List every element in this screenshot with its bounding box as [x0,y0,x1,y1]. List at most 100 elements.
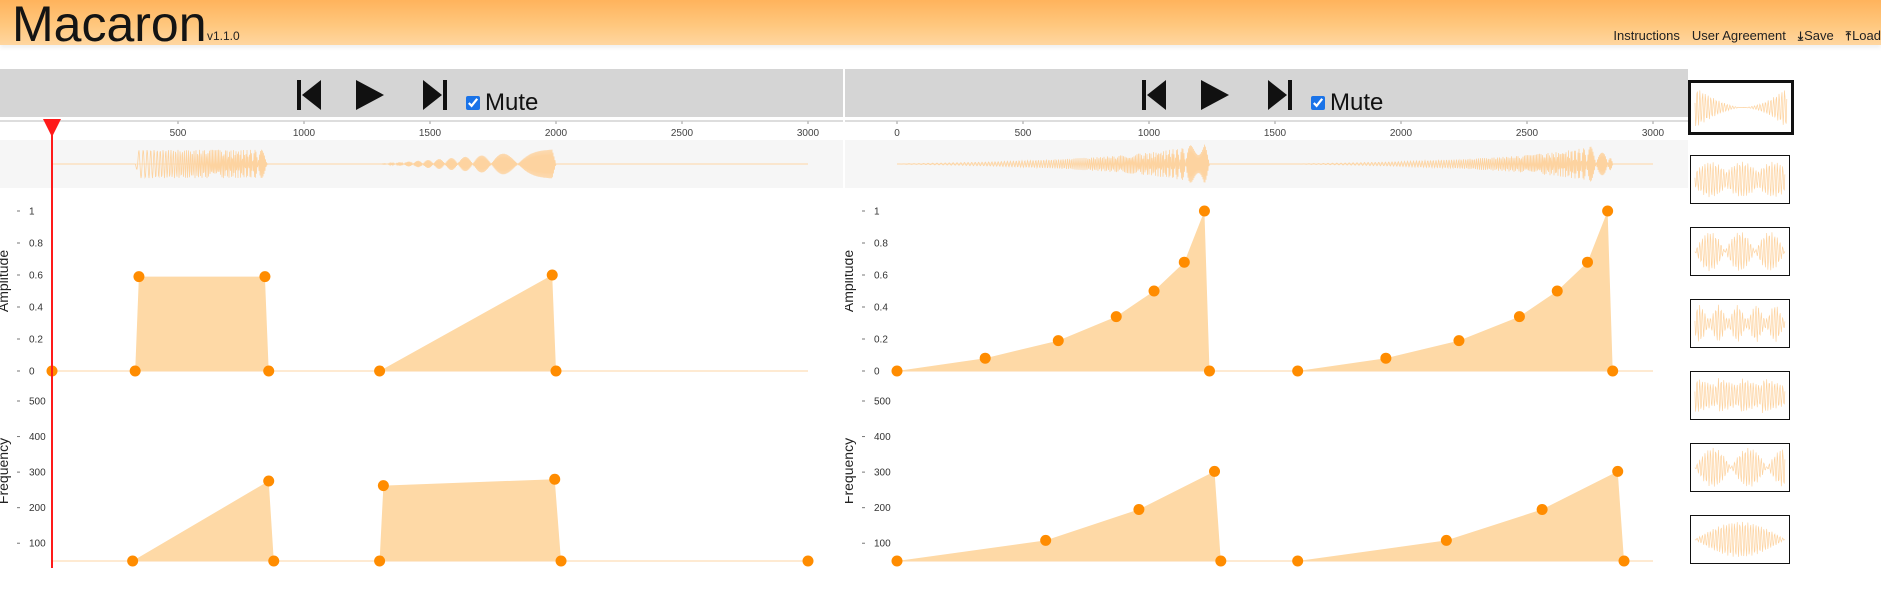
thumb-2-waveform-path [1694,161,1786,198]
save-button[interactable]: ⤓Save [1798,28,1834,44]
right-amplitude-control-point[interactable] [1453,335,1465,347]
right-amplitude-control-point[interactable] [1602,205,1614,217]
right-mute-toggle[interactable]: Mute [1311,89,1383,117]
right-amplitude-tick-label: 0.6 [874,271,888,282]
app-title: Macaron [12,0,207,52]
right-amplitude-control-point[interactable] [1198,205,1210,217]
left-play-button[interactable] [355,79,385,111]
right-frequency-control-point[interactable] [1440,534,1452,546]
left-playhead-marker[interactable] [43,119,61,137]
right-frequency-control-point[interactable] [1536,503,1548,515]
right-amplitude-control-point[interactable] [1178,256,1190,268]
right-mute-checkbox[interactable] [1311,96,1325,110]
right-frequency-control-point[interactable] [1040,534,1052,546]
right-amplitude-control-point[interactable] [1148,285,1160,297]
thumb-5-waveform-path [1694,378,1786,414]
left-next-button[interactable] [420,79,450,111]
right-frequency-control-point[interactable] [1133,503,1145,515]
right-frequency-tick-label: 200 [874,503,891,514]
left-amplitude-control-point[interactable] [374,365,386,377]
save-label: Save [1804,28,1834,43]
thumb-4-waveform-icon [1694,304,1786,342]
right-amplitude-control-point[interactable] [1052,335,1064,347]
preset-thumb-3[interactable] [1690,227,1790,276]
right-frequency-control-point[interactable] [1209,465,1221,477]
left-amplitude-tick-label: 0.4 [29,303,43,314]
left-mute-toggle[interactable]: Mute [466,89,538,117]
left-amplitude-control-point[interactable] [259,271,271,283]
thumb-7-waveform-icon [1694,521,1786,557]
right-play-button[interactable] [1200,79,1230,111]
left-frequency-control-point[interactable] [268,555,280,567]
right-amplitude-control-point[interactable] [1513,311,1525,323]
right-amplitude-control-point[interactable] [891,365,903,377]
left-amplitude-control-point[interactable] [129,365,141,377]
left-frequency-tick-label: 500 [29,397,46,408]
skip-forward-icon [423,80,447,110]
preset-thumb-6[interactable] [1690,443,1790,492]
thumb-3-waveform-path [1694,232,1786,272]
right-next-button[interactable] [1265,79,1295,111]
right-amplitude-control-point[interactable] [1380,352,1392,364]
right-frequency-control-point[interactable] [1612,465,1624,477]
left-frequency-control-point[interactable] [263,475,275,487]
right-amplitude-control-point[interactable] [1110,311,1122,323]
right-envelope-plot[interactable]: 0 500 1000 1500 2000 2500 3000Amplitude10.80.6… [845,117,1688,569]
left-frequency-tick-label: 100 [29,539,46,550]
left-amplitude-tick-label: 0 [29,367,35,378]
load-button[interactable]: ⤒Load [1846,28,1881,44]
right-frequency-control-point[interactable] [891,555,903,567]
right-amplitude-control-point[interactable] [1551,285,1563,297]
right-frequency-control-point[interactable] [1292,555,1304,567]
preset-thumb-7[interactable] [1690,515,1790,564]
instructions-link[interactable]: Instructions [1613,28,1679,44]
left-mute-label: Mute [485,89,539,116]
right-frequency-control-point[interactable] [1215,555,1227,567]
left-amplitude-tick-label: 1 [29,207,35,218]
thumb-6-waveform-icon [1694,447,1786,487]
thumb-4-waveform-path [1694,304,1786,342]
left-frequency-envelope-area [132,479,809,561]
left-frequency-control-point[interactable] [377,480,389,492]
left-amplitude-control-point[interactable] [550,365,562,377]
left-frequency-control-point[interactable] [127,555,139,567]
left-frequency-tick-label: 200 [29,503,46,514]
preset-thumb-5[interactable] [1690,371,1790,420]
preset-thumb-4[interactable] [1690,299,1790,348]
preset-thumb-2[interactable] [1690,155,1790,204]
left-frequency-axis-label: Frequency [0,438,11,504]
left-frequency-control-point[interactable] [555,555,567,567]
left-time-tick-label: 2500 [671,128,694,139]
left-amplitude-tick-label: 0.2 [29,335,43,346]
left-time-tick-label: 1000 [293,128,316,139]
right-amplitude-control-point[interactable] [1292,365,1304,377]
right-time-tick-label: 1000 [1138,128,1161,139]
right-prev-button[interactable] [1140,79,1170,111]
left-frequency-control-point[interactable] [374,555,386,567]
right-amplitude-tick-label: 1 [874,207,880,218]
left-mute-checkbox[interactable] [466,96,480,110]
right-amplitude-control-point[interactable] [1203,365,1215,377]
left-time-tick-label: 500 [170,128,187,139]
left-envelope-plot[interactable]: 500 1000 1500 2000 2500 3000Amplitude10.80.60… [0,117,843,569]
right-amplitude-control-point[interactable] [1581,256,1593,268]
preset-thumb-1[interactable] [1688,80,1794,135]
right-amplitude-tick-label: 0.8 [874,239,888,250]
user-agreement-link[interactable]: User Agreement [1692,28,1786,44]
left-amplitude-control-point[interactable] [263,365,275,377]
left-frequency-control-point[interactable] [802,555,814,567]
left-time-tick-label: 3000 [797,128,820,139]
left-amplitude-control-point[interactable] [546,269,558,281]
left-frequency-tick-label: 400 [29,432,46,443]
left-amplitude-control-point[interactable] [133,271,145,283]
play-icon [1201,80,1229,110]
left-prev-button[interactable] [295,79,325,111]
right-time-tick-label: 1500 [1264,128,1287,139]
right-amplitude-tick-label: 0.4 [874,303,888,314]
left-frequency-tick-label: 300 [29,468,46,479]
right-frequency-control-point[interactable] [1618,555,1630,567]
right-amplitude-control-point[interactable] [979,352,991,364]
right-amplitude-control-point[interactable] [1607,365,1619,377]
left-frequency-control-point[interactable] [549,473,561,485]
app-header: Macaron v1.1.0 Instructions User Agreeme… [0,0,1881,52]
